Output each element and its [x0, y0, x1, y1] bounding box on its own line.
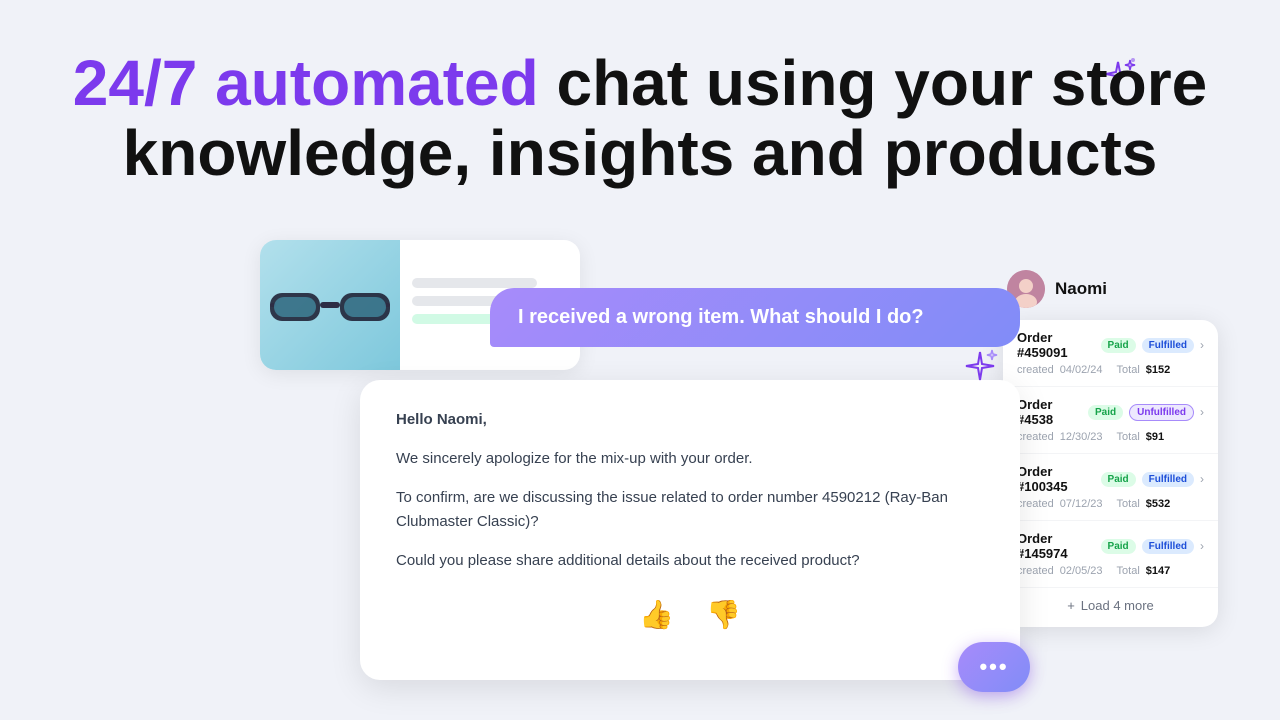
order-number: Order #459091 — [1017, 330, 1095, 360]
order-created-label: created — [1017, 364, 1054, 376]
badge-paid: Paid — [1101, 539, 1136, 554]
badge-paid: Paid — [1088, 405, 1123, 420]
order-total-label: Total — [1117, 431, 1140, 443]
thumbs-down-button[interactable]: 👎 — [706, 598, 741, 631]
headline-line2: knowledge, insights and products — [0, 118, 1280, 188]
order-created-date: 02/05/23 — [1060, 565, 1103, 577]
order-created-label: created — [1017, 498, 1054, 510]
headline-section: 24/7 automated chat using your store kno… — [0, 0, 1280, 189]
badge-fulfilled: Fulfilled — [1142, 338, 1194, 353]
order-number: Order #4538 — [1017, 397, 1082, 427]
order-bottom: created 12/30/23 Total $91 — [1017, 431, 1204, 443]
order-bottom: created 07/12/23 Total $532 — [1017, 498, 1204, 510]
order-row: Order #4538 Paid Unfulfilled › created 1… — [1003, 387, 1218, 454]
order-created-date: 04/02/24 — [1060, 364, 1103, 376]
order-total: $152 — [1146, 364, 1170, 376]
order-created-date: 12/30/23 — [1060, 431, 1103, 443]
product-line-1 — [412, 278, 537, 288]
order-top: Order #145974 Paid Fulfilled › — [1017, 531, 1204, 561]
user-header: Naomi — [1003, 270, 1218, 308]
badge-fulfilled: Fulfilled — [1142, 539, 1194, 554]
badge-paid: Paid — [1101, 472, 1136, 487]
ai-greeting: Hello Naomi, — [396, 411, 487, 428]
headline-247-automated: 24/7 — [73, 47, 215, 119]
order-top: Order #459091 Paid Fulfilled › — [1017, 330, 1204, 360]
badge-fulfilled: Fulfilled — [1142, 472, 1194, 487]
chevron-down-icon[interactable]: › — [1200, 405, 1204, 419]
order-total-label: Total — [1117, 364, 1140, 376]
badge-unfulfilled: Unfulfilled — [1129, 404, 1194, 421]
load-more-label: Load 4 more — [1081, 598, 1154, 613]
thumbs-up-button[interactable]: 👍 — [639, 598, 674, 631]
ai-response-card: Hello Naomi, We sincerely apologize for … — [360, 380, 1020, 680]
order-total-label: Total — [1117, 565, 1140, 577]
order-row: Order #100345 Paid Fulfilled › created 0… — [1003, 454, 1218, 521]
order-total: $91 — [1146, 431, 1164, 443]
user-message-bubble: I received a wrong item. What should I d… — [490, 288, 1020, 347]
headline-chat-text: chat using your store — [539, 47, 1208, 119]
ai-para1: We sincerely apologize for the mix-up wi… — [396, 447, 984, 472]
badge-paid: Paid — [1101, 338, 1136, 353]
ai-para3: Could you please share additional detail… — [396, 549, 984, 574]
order-total-label: Total — [1117, 498, 1140, 510]
order-bottom: created 02/05/23 Total $147 — [1017, 565, 1204, 577]
order-row: Order #459091 Paid Fulfilled › created 0… — [1003, 320, 1218, 387]
product-image — [260, 240, 400, 370]
order-number: Order #145974 — [1017, 531, 1095, 561]
order-number: Order #100345 — [1017, 464, 1095, 494]
headline-line1: 24/7 automated chat using your store — [0, 48, 1280, 118]
order-created-label: created — [1017, 431, 1054, 443]
chat-fab-button[interactable]: ••• — [958, 642, 1030, 692]
feedback-row: 👍 👎 — [396, 598, 984, 631]
orders-card: Order #459091 Paid Fulfilled › created 0… — [1003, 320, 1218, 627]
plus-icon: + — [1067, 598, 1075, 613]
user-name: Naomi — [1055, 279, 1107, 299]
order-panel: Naomi Order #459091 Paid Fulfilled › cre… — [1003, 270, 1218, 627]
chevron-down-icon[interactable]: › — [1200, 472, 1204, 486]
chevron-down-icon[interactable]: › — [1200, 338, 1204, 352]
order-total: $147 — [1146, 565, 1170, 577]
order-top: Order #4538 Paid Unfulfilled › — [1017, 397, 1204, 427]
chat-fab-dots: ••• — [979, 654, 1008, 680]
ai-response-text: Hello Naomi, We sincerely apologize for … — [396, 408, 984, 574]
order-created-label: created — [1017, 565, 1054, 577]
order-created-date: 07/12/23 — [1060, 498, 1103, 510]
user-message-text: I received a wrong item. What should I d… — [518, 306, 924, 328]
ai-para2: To confirm, are we discussing the issue … — [396, 486, 984, 536]
order-top: Order #100345 Paid Fulfilled › — [1017, 464, 1204, 494]
load-more-button[interactable]: + Load 4 more — [1003, 588, 1218, 623]
headline-automated: automated — [215, 47, 539, 119]
order-bottom: created 04/02/24 Total $152 — [1017, 364, 1204, 376]
glasses-image — [270, 275, 390, 335]
order-total: $532 — [1146, 498, 1170, 510]
chevron-down-icon[interactable]: › — [1200, 539, 1204, 553]
sparkle-small-icon — [960, 348, 1000, 393]
order-row: Order #145974 Paid Fulfilled › created 0… — [1003, 521, 1218, 588]
